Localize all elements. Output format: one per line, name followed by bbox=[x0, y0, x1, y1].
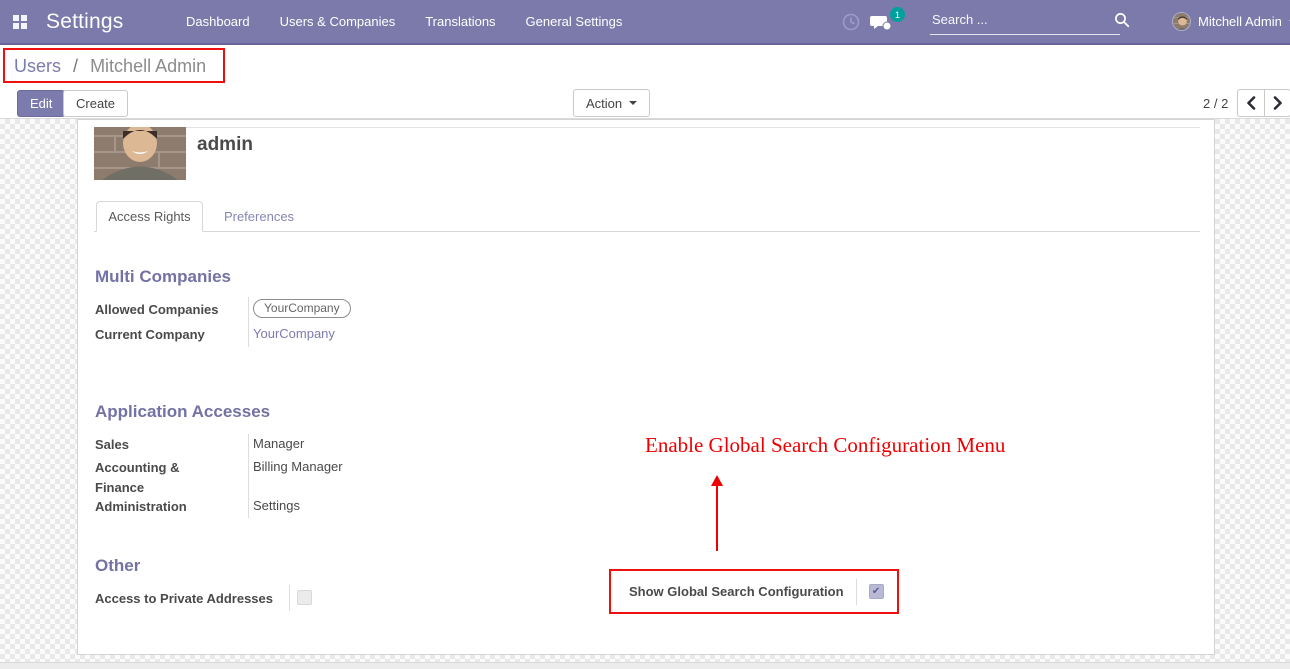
sales-value[interactable]: Manager bbox=[253, 436, 304, 451]
annotation-arrow-up-icon bbox=[711, 475, 723, 551]
field-separator bbox=[289, 585, 290, 611]
activities-clock-icon[interactable] bbox=[842, 13, 860, 36]
settings-user-page: Settings Dashboard Users & Companies Tra… bbox=[0, 0, 1290, 669]
checkmark-icon: ✔ bbox=[872, 586, 880, 597]
field-separator bbox=[856, 579, 857, 605]
private-addresses-label: Access to Private Addresses bbox=[95, 589, 285, 609]
breadcrumb: Users / Mitchell Admin bbox=[14, 56, 206, 77]
user-menu[interactable]: Mitchell Admin bbox=[1172, 0, 1290, 43]
current-company-label: Current Company bbox=[95, 325, 247, 345]
annotation-box-global-search: Show Global Search Configuration ✔ bbox=[609, 569, 899, 614]
messages-chat-icon[interactable] bbox=[870, 14, 892, 37]
accounting-finance-label: Accounting & Finance bbox=[95, 458, 225, 498]
show-global-search-checkbox[interactable]: ✔ bbox=[869, 584, 884, 599]
form-sheet: admin Access Rights Preferences Multi Co… bbox=[77, 119, 1215, 655]
tab-preferences[interactable]: Preferences bbox=[203, 201, 315, 232]
pager bbox=[1237, 89, 1290, 117]
section-application-accesses: Application Accesses bbox=[95, 402, 270, 422]
menu-item-users-companies[interactable]: Users & Companies bbox=[265, 0, 411, 43]
sales-label: Sales bbox=[95, 435, 247, 455]
chevron-right-icon bbox=[1272, 96, 1284, 110]
caret-down-icon bbox=[629, 101, 637, 105]
breadcrumb-separator: / bbox=[73, 56, 78, 76]
main-menu: Dashboard Users & Companies Translations… bbox=[171, 0, 637, 43]
messages-count-badge: 1 bbox=[890, 7, 905, 22]
field-separator bbox=[248, 297, 249, 347]
pager-previous-button[interactable] bbox=[1237, 89, 1264, 117]
show-global-search-label: Show Global Search Configuration bbox=[629, 584, 844, 599]
breadcrumb-users-link[interactable]: Users bbox=[14, 56, 61, 76]
section-other: Other bbox=[95, 556, 140, 576]
section-multi-companies: Multi Companies bbox=[95, 267, 231, 287]
footer-strip bbox=[0, 662, 1290, 669]
private-addresses-checkbox[interactable] bbox=[297, 590, 312, 605]
administration-label: Administration bbox=[95, 497, 247, 517]
create-button[interactable]: Create bbox=[63, 90, 128, 117]
statusbar-divider bbox=[94, 127, 1200, 128]
allowed-companies-label: Allowed Companies bbox=[95, 300, 247, 320]
user-photo[interactable] bbox=[94, 127, 186, 180]
top-navbar: Settings Dashboard Users & Companies Tra… bbox=[0, 0, 1290, 45]
edit-button[interactable]: Edit bbox=[17, 90, 65, 117]
annotation-text: Enable Global Search Configuration Menu bbox=[645, 433, 1065, 458]
app-title[interactable]: Settings bbox=[46, 0, 123, 43]
accounting-finance-value[interactable]: Billing Manager bbox=[253, 459, 343, 474]
breadcrumb-current: Mitchell Admin bbox=[90, 56, 206, 76]
tab-access-rights[interactable]: Access Rights bbox=[96, 201, 203, 232]
current-company-link[interactable]: YourCompany bbox=[253, 326, 335, 341]
control-panel: Users / Mitchell Admin Edit Create Actio… bbox=[0, 45, 1290, 119]
field-separator bbox=[248, 434, 249, 518]
user-avatar bbox=[1172, 12, 1191, 31]
pager-next-button[interactable] bbox=[1264, 89, 1290, 117]
menu-item-dashboard[interactable]: Dashboard bbox=[171, 0, 265, 43]
form-view-background: admin Access Rights Preferences Multi Co… bbox=[0, 119, 1290, 669]
menu-item-general-settings[interactable]: General Settings bbox=[511, 0, 638, 43]
global-search bbox=[930, 10, 1144, 36]
apps-grid-icon[interactable] bbox=[13, 15, 28, 30]
action-dropdown-button[interactable]: Action bbox=[573, 89, 650, 117]
menu-item-translations[interactable]: Translations bbox=[410, 0, 510, 43]
user-name: Mitchell Admin bbox=[1198, 14, 1282, 29]
administration-value[interactable]: Settings bbox=[253, 498, 300, 513]
allowed-companies-tag[interactable]: YourCompany bbox=[253, 299, 351, 318]
search-icon[interactable] bbox=[1114, 12, 1130, 33]
user-login-title: admin bbox=[197, 134, 253, 156]
chevron-left-icon bbox=[1245, 96, 1257, 110]
action-label: Action bbox=[586, 96, 622, 111]
pager-value: 2 / 2 bbox=[1203, 96, 1228, 111]
search-input[interactable] bbox=[930, 10, 1120, 35]
